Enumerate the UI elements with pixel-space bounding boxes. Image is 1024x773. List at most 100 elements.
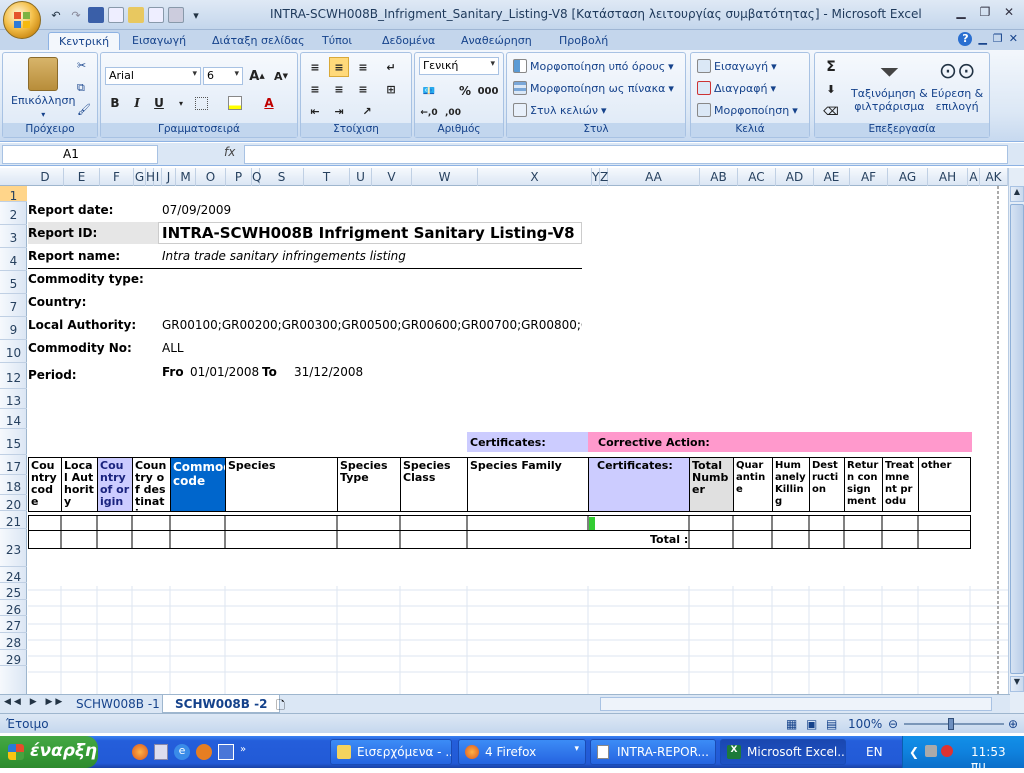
print-icon[interactable] bbox=[168, 7, 184, 23]
row-header[interactable]: 2 bbox=[0, 202, 27, 225]
save-icon[interactable] bbox=[88, 7, 104, 23]
row-header[interactable]: 7 bbox=[0, 294, 27, 317]
cut-icon[interactable]: ✂ bbox=[77, 59, 86, 72]
sort-filter-button[interactable]: ⏷ Ταξινόμηση & φιλτράρισμα bbox=[851, 57, 928, 113]
tab-review[interactable]: Αναθεώρηση bbox=[451, 32, 542, 50]
row-header[interactable]: 27 bbox=[0, 616, 27, 633]
column-header[interactable]: AE bbox=[814, 168, 850, 186]
column-header[interactable]: AC bbox=[738, 168, 776, 186]
vertical-scrollbar[interactable]: ▲ ▼ bbox=[1008, 168, 1024, 713]
decrease-indent-icon[interactable]: ⇤ bbox=[305, 101, 325, 121]
column-header[interactable]: J bbox=[162, 168, 176, 186]
row-header[interactable]: 4 bbox=[0, 248, 27, 271]
row-header[interactable]: 24 bbox=[0, 567, 27, 584]
row-header[interactable]: 29 bbox=[0, 650, 27, 667]
number-format-select[interactable]: Γενική bbox=[419, 57, 499, 75]
shrink-font-icon[interactable]: A ▼ bbox=[271, 66, 291, 86]
fill-icon[interactable]: ⬇ bbox=[821, 79, 841, 99]
column-header[interactable]: A bbox=[968, 168, 980, 186]
redo-icon[interactable]: ↷ bbox=[68, 7, 84, 23]
quick-launch-more-icon[interactable]: » bbox=[240, 744, 246, 760]
tab-insert[interactable]: Εισαγωγή bbox=[122, 32, 196, 50]
underline-button[interactable]: U bbox=[149, 93, 169, 113]
increase-indent-icon[interactable]: ⇥ bbox=[329, 101, 349, 121]
insert-function-button[interactable]: fx bbox=[162, 145, 242, 164]
tab-home[interactable]: Κεντρική bbox=[48, 32, 121, 50]
column-header[interactable]: AA bbox=[608, 168, 700, 186]
minimize-icon[interactable]: ▁ bbox=[950, 3, 972, 21]
row-header[interactable]: 20 bbox=[0, 495, 27, 512]
workbook-close-icon[interactable]: ✕ bbox=[1009, 32, 1018, 46]
row-header[interactable]: 21 bbox=[0, 511, 27, 529]
name-box[interactable]: A1 bbox=[2, 145, 158, 164]
align-bottom-icon[interactable]: ≡ bbox=[353, 57, 373, 77]
align-center-icon[interactable]: ≡ bbox=[329, 79, 349, 99]
column-header[interactable]: AB bbox=[700, 168, 738, 186]
start-button[interactable]: έναρξη bbox=[0, 736, 98, 768]
column-header[interactable]: Q bbox=[252, 168, 261, 186]
row-header[interactable]: 13 bbox=[0, 389, 27, 409]
row-header[interactable]: 25 bbox=[0, 583, 27, 600]
format-painter-icon[interactable]: 🖌 bbox=[77, 103, 91, 116]
copy-icon[interactable] bbox=[148, 7, 164, 23]
scroll-up-icon[interactable]: ▲ bbox=[1010, 186, 1024, 202]
row-header[interactable]: 1 bbox=[0, 186, 27, 203]
column-header[interactable]: AF bbox=[850, 168, 888, 186]
task-intra-report[interactable]: INTRA-REPOR... bbox=[590, 739, 716, 765]
row-header[interactable]: 23 bbox=[0, 529, 27, 567]
ribbon-minimize-icon[interactable]: ▁ bbox=[978, 32, 986, 46]
row-header[interactable]: 17 bbox=[0, 455, 27, 475]
column-header[interactable]: AK bbox=[980, 168, 1008, 186]
row-header[interactable]: 9 bbox=[0, 317, 27, 340]
row-header[interactable]: 26 bbox=[0, 600, 27, 617]
tab-page-layout[interactable]: Διάταξη σελίδας bbox=[202, 32, 315, 50]
column-header[interactable]: D bbox=[27, 168, 64, 186]
underline-dropdown-icon[interactable]: ▾ bbox=[171, 93, 191, 113]
close-icon[interactable]: ✕ bbox=[998, 3, 1020, 21]
column-header[interactable]: E bbox=[64, 168, 100, 186]
bold-button[interactable]: B bbox=[105, 93, 125, 113]
percent-button[interactable]: % bbox=[455, 81, 475, 101]
wrap-text-icon[interactable]: ↵ bbox=[381, 57, 401, 77]
column-header[interactable]: G bbox=[134, 168, 146, 186]
sheet-tab-1[interactable]: SCHW008B -1 bbox=[64, 695, 172, 713]
align-top-icon[interactable]: ≡ bbox=[305, 57, 325, 77]
row-header[interactable]: 14 bbox=[0, 409, 27, 429]
row-header[interactable]: 12 bbox=[0, 363, 27, 389]
tray-expand-icon[interactable]: ❮ bbox=[909, 745, 919, 759]
zoom-slider[interactable] bbox=[904, 723, 1004, 725]
firefox-icon[interactable] bbox=[196, 744, 212, 760]
task-inbox[interactable]: Εισερχόμενα - ... bbox=[330, 739, 452, 765]
task-firefox[interactable]: 4 Firefox ▾ bbox=[458, 739, 586, 765]
zoom-level[interactable]: 100% bbox=[848, 717, 882, 731]
clear-icon[interactable]: ⌫ bbox=[821, 101, 841, 121]
firefox-launch-icon[interactable] bbox=[132, 744, 148, 760]
align-middle-icon[interactable]: ≡ bbox=[329, 57, 349, 77]
column-header[interactable]: S bbox=[260, 168, 304, 186]
sheet-tab-2[interactable]: SCHW008B -2 bbox=[162, 695, 281, 713]
borders-icon[interactable] bbox=[191, 93, 211, 113]
column-header[interactable]: F bbox=[100, 168, 134, 186]
font-name-select[interactable]: Arial bbox=[105, 67, 201, 85]
find-select-button[interactable]: ⊙⊙ Εύρεση & επιλογή bbox=[931, 57, 983, 113]
currency-icon[interactable]: 💶 bbox=[419, 81, 439, 101]
help-icon[interactable]: ? bbox=[958, 32, 973, 46]
merge-center-icon[interactable]: ⊞ bbox=[381, 79, 401, 99]
column-header[interactable]: W bbox=[412, 168, 478, 186]
print-preview-icon[interactable] bbox=[108, 7, 124, 23]
security-icon[interactable] bbox=[941, 745, 953, 757]
column-header[interactable]: AG bbox=[888, 168, 928, 186]
customize-qat-icon[interactable]: ▾ bbox=[188, 7, 204, 23]
view-page-break-icon[interactable]: ▤ bbox=[826, 717, 837, 731]
outlook-icon[interactable] bbox=[218, 744, 234, 760]
autosum-button[interactable]: Σ bbox=[821, 57, 841, 77]
worksheet-grid[interactable]: Report date: 07/09/2009 Report ID: INTRA… bbox=[28, 186, 1008, 694]
font-size-select[interactable]: 6 bbox=[203, 67, 243, 85]
increase-decimal-icon[interactable]: ←,0 bbox=[419, 103, 439, 123]
italic-button[interactable]: I bbox=[127, 93, 147, 113]
tab-view[interactable]: Προβολή bbox=[549, 32, 618, 50]
tab-data[interactable]: Δεδομένα bbox=[372, 32, 445, 50]
fill-color-icon[interactable] bbox=[225, 93, 245, 113]
format-cells-button[interactable]: Μορφοποίηση ▾ bbox=[697, 103, 798, 117]
desktop-icon[interactable] bbox=[154, 744, 168, 760]
